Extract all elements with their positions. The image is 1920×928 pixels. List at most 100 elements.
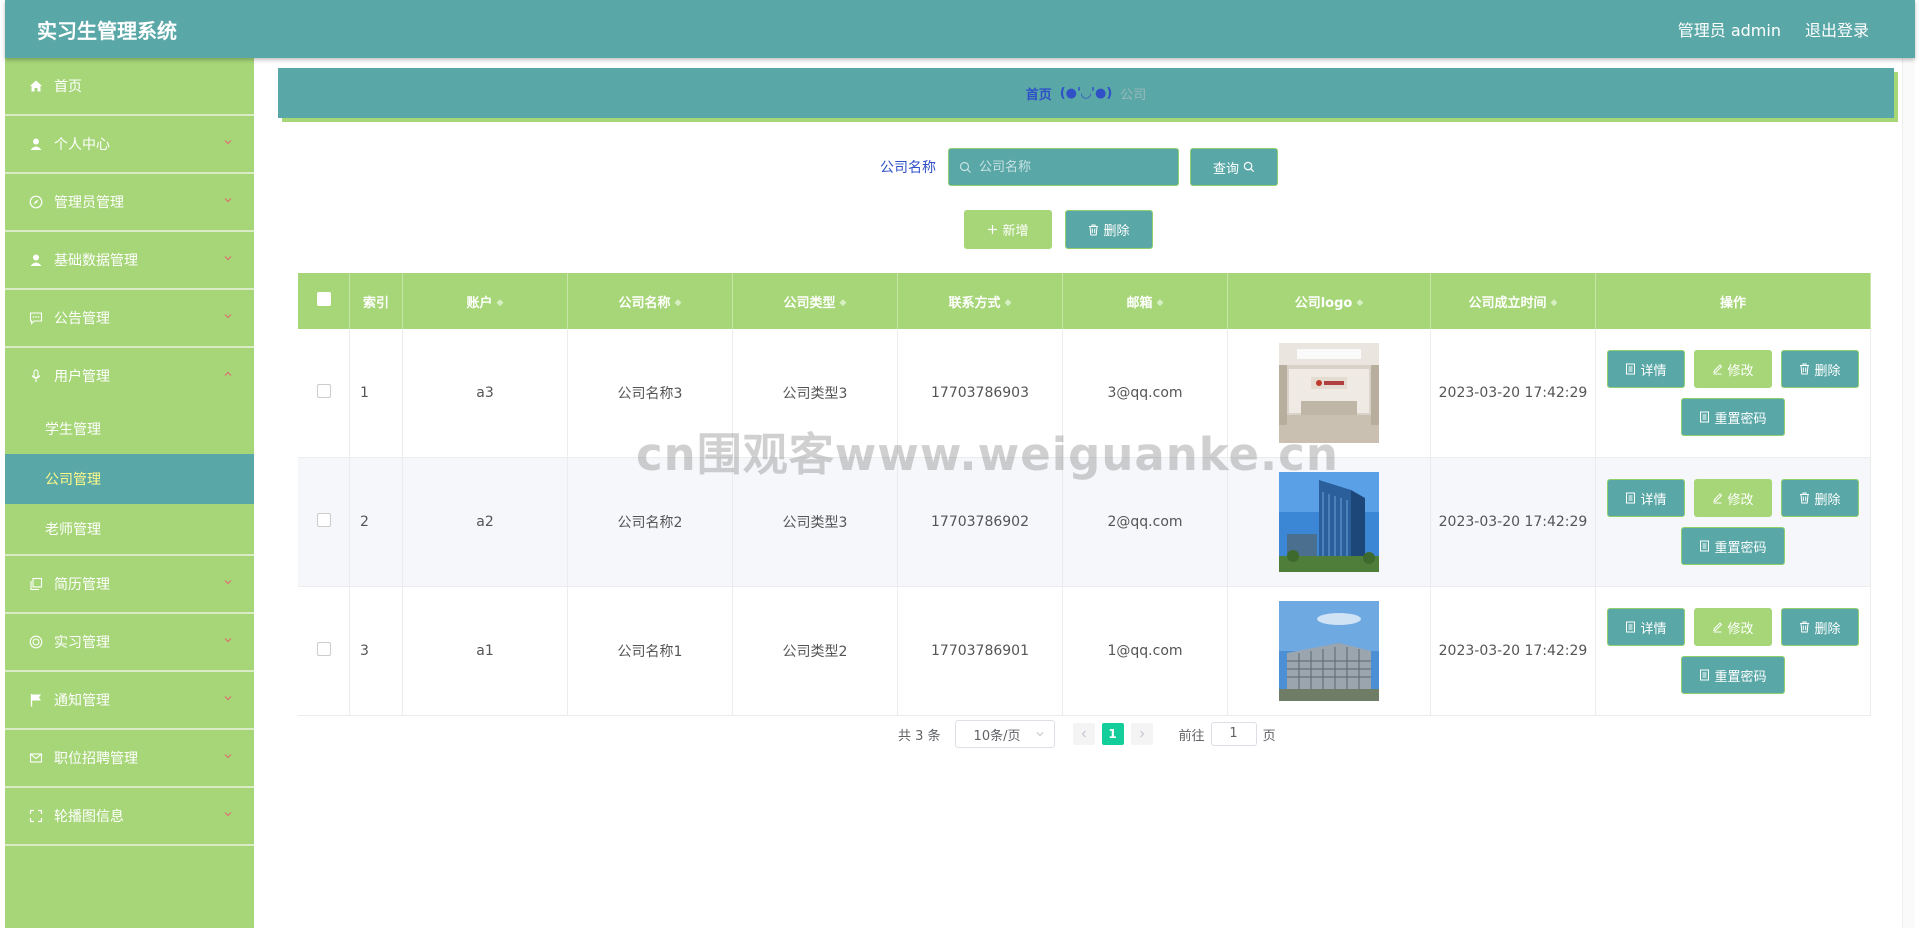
sidebar-item-label: 职位招聘管理: [54, 751, 138, 767]
cell-company-name: 公司名称1: [567, 586, 733, 716]
select-all-cell[interactable]: [298, 273, 350, 329]
row-select-cell[interactable]: [298, 457, 350, 587]
cell-index: 3: [349, 586, 403, 716]
edit-button[interactable]: 修改: [1694, 608, 1772, 646]
search-field[interactable]: [948, 148, 1179, 186]
trash-icon: [1800, 492, 1810, 504]
vertical-scrollbar[interactable]: [1902, 58, 1915, 928]
query-button[interactable]: 查询: [1190, 148, 1278, 186]
edit-button-label: 修改: [1727, 621, 1754, 637]
chevron-down-icon: [224, 812, 232, 817]
sidebar-item-notice[interactable]: 公告管理: [5, 290, 254, 348]
sidebar-item-label: 用户管理: [54, 369, 110, 385]
sidebar-item-carousel[interactable]: 轮播图信息: [5, 788, 254, 846]
sort-icon[interactable]: ◆: [497, 298, 504, 308]
row-select-cell[interactable]: [298, 586, 350, 716]
cell-phone: 17703786903: [897, 329, 1063, 458]
detail-button[interactable]: 详情: [1607, 608, 1685, 646]
detail-button[interactable]: 详情: [1607, 479, 1685, 517]
sidebar-item-personal[interactable]: 个人中心: [5, 116, 254, 174]
sidebar-subitem-companies[interactable]: 公司管理: [5, 454, 254, 504]
col-logo[interactable]: 公司logo ◆: [1227, 273, 1431, 329]
chevron-down-icon: [224, 638, 232, 643]
delete-button[interactable]: 删除: [1065, 210, 1153, 249]
row-delete-button[interactable]: 删除: [1781, 608, 1859, 646]
reset-password-button[interactable]: 重置密码: [1681, 398, 1785, 436]
row-actions: 详情 修改 删除 重置密码: [1603, 608, 1863, 694]
select-all-checkbox[interactable]: [316, 292, 331, 306]
cell-founded: 2023-03-20 17:42:29: [1430, 329, 1596, 458]
goto-page-input[interactable]: 1: [1210, 722, 1257, 746]
chevron-left-icon: [1081, 730, 1086, 738]
table-row: 3 a1 公司名称1 公司类型2 17703786901 1@qq.com 20…: [298, 586, 1871, 716]
breadcrumb-home[interactable]: 首页: [1026, 84, 1052, 103]
col-account[interactable]: 账户 ◆: [402, 273, 568, 329]
sort-icon[interactable]: ◆: [1157, 298, 1164, 308]
sidebar-subitem-teachers[interactable]: 老师管理: [5, 504, 254, 554]
reset-password-button[interactable]: 重置密码: [1681, 656, 1785, 694]
row-delete-button[interactable]: 删除: [1781, 479, 1859, 517]
col-company-type[interactable]: 公司类型 ◆: [732, 273, 898, 329]
edit-button-label: 修改: [1727, 363, 1754, 379]
sort-icon[interactable]: ◆: [1356, 298, 1363, 308]
edit-button[interactable]: 修改: [1694, 479, 1772, 517]
sidebar-item-home[interactable]: 首页: [5, 58, 254, 116]
page-number-current[interactable]: 1: [1101, 723, 1124, 745]
add-button-label: 新增: [1002, 224, 1029, 239]
logout-link[interactable]: 退出登录: [1805, 17, 1869, 41]
row-checkbox[interactable]: [316, 384, 331, 398]
target-icon: [28, 634, 44, 650]
sort-icon[interactable]: ◆: [1005, 298, 1012, 308]
sidebar-item-basic-data[interactable]: 基础数据管理: [5, 232, 254, 290]
sidebar-item-admin[interactable]: 管理员管理: [5, 174, 254, 232]
document-icon: [1626, 363, 1636, 375]
sidebar-item-notification[interactable]: 通知管理: [5, 672, 254, 730]
sort-icon[interactable]: ◆: [840, 298, 847, 308]
row-delete-button[interactable]: 删除: [1781, 350, 1859, 388]
col-operations: 操作: [1595, 273, 1871, 329]
sidebar-item-label: 基础数据管理: [54, 253, 138, 269]
user-icon: [28, 136, 44, 152]
current-user: 管理员 admin: [1677, 21, 1781, 40]
chevron-up-icon: [224, 371, 232, 376]
col-phone[interactable]: 联系方式 ◆: [897, 273, 1063, 329]
sort-icon[interactable]: ◆: [675, 298, 682, 308]
cell-email: 3@qq.com: [1062, 329, 1228, 458]
company-logo-image[interactable]: [1279, 601, 1379, 701]
sidebar-item-resume[interactable]: 简历管理: [5, 556, 254, 614]
search-input[interactable]: [977, 158, 1171, 176]
col-founded[interactable]: 公司成立时间 ◆: [1430, 273, 1596, 329]
detail-button[interactable]: 详情: [1607, 350, 1685, 388]
sidebar-subitem-students[interactable]: 学生管理: [5, 404, 254, 454]
sidebar-item-label: 实习管理: [54, 635, 110, 651]
goto-page: 前往 1 页: [1179, 722, 1276, 746]
row-checkbox[interactable]: [316, 513, 331, 527]
col-email-label: 邮箱: [1126, 295, 1153, 311]
col-company-name[interactable]: 公司名称 ◆: [567, 273, 733, 329]
table-row: 1 a3 公司名称3 公司类型3 17703786903 3@qq.com 20…: [298, 329, 1871, 458]
sidebar-item-internship[interactable]: 实习管理: [5, 614, 254, 672]
sidebar-item-users[interactable]: 用户管理: [5, 348, 254, 404]
page-size-select[interactable]: 10条/页: [954, 720, 1055, 748]
sidebar-item-label: 简历管理: [54, 577, 110, 593]
table-header-row: 索引 账户 ◆ 公司名称 ◆ 公司类型 ◆ 联系方式 ◆ 邮箱 ◆ 公司logo ◆ 公司成…: [298, 273, 1871, 329]
sort-icon[interactable]: ◆: [1551, 298, 1558, 308]
pagination-total: 共 3 条: [898, 728, 941, 744]
edit-button[interactable]: 修改: [1694, 350, 1772, 388]
row-select-cell[interactable]: [298, 329, 350, 458]
mail-icon: [28, 750, 44, 766]
col-email[interactable]: 邮箱 ◆: [1062, 273, 1228, 329]
user-icon: [28, 252, 44, 268]
row-checkbox[interactable]: [316, 642, 331, 656]
company-logo-image[interactable]: [1279, 343, 1379, 443]
chat-icon: [28, 310, 44, 326]
col-company-type-label: 公司类型: [783, 295, 836, 311]
add-button[interactable]: 新增: [964, 210, 1052, 249]
cell-company-name: 公司名称3: [567, 329, 733, 458]
next-page-button[interactable]: [1130, 723, 1153, 745]
sidebar-item-recruitment[interactable]: 职位招聘管理: [5, 730, 254, 788]
prev-page-button[interactable]: [1072, 723, 1095, 745]
plus-icon: [988, 225, 998, 234]
company-logo-image[interactable]: [1279, 472, 1379, 572]
reset-password-button[interactable]: 重置密码: [1681, 527, 1785, 565]
